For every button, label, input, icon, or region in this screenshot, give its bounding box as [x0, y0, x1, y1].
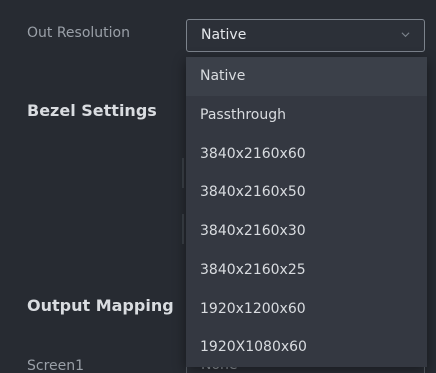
out-resolution-value: Native [201, 27, 247, 43]
out-resolution-label: Out Resolution [27, 25, 130, 41]
output-mapping-title: Output Mapping [27, 296, 174, 315]
dropdown-option-3840x2160x50[interactable]: 3840x2160x50 [186, 173, 427, 212]
out-resolution-select[interactable]: Native [186, 19, 425, 52]
bezel-settings-title: Bezel Settings [27, 101, 157, 120]
dropdown-option-1920x1080x60[interactable]: 1920X1080x60 [186, 328, 427, 367]
bezel-field-edge [182, 214, 184, 244]
screen1-label: Screen1 [27, 358, 85, 373]
dropdown-option-1920x1200x60[interactable]: 1920x1200x60 [186, 290, 427, 329]
chevron-down-icon [401, 32, 410, 38]
dropdown-option-3840x2160x25[interactable]: 3840x2160x25 [186, 251, 427, 290]
bezel-field-edge [182, 158, 184, 188]
settings-panel: Out Resolution Native Bezel Settings Out… [0, 0, 436, 373]
dropdown-option-passthrough[interactable]: Passthrough [186, 96, 427, 135]
dropdown-option-native[interactable]: Native [186, 57, 427, 96]
dropdown-option-3840x2160x60[interactable]: 3840x2160x60 [186, 135, 427, 174]
dropdown-option-3840x2160x30[interactable]: 3840x2160x30 [186, 212, 427, 251]
resolution-dropdown-list: Native Passthrough 3840x2160x60 3840x216… [186, 57, 427, 367]
